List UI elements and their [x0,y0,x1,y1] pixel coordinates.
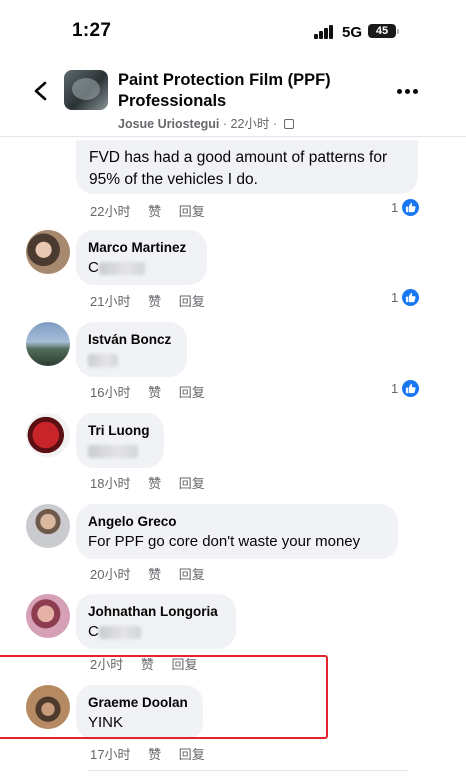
comment-bubble: István Boncz [76,322,187,377]
reaction-count[interactable]: 1 [391,199,420,216]
comment-text [88,440,152,462]
comment-time: 18小时 [90,476,131,491]
avatar[interactable] [26,504,70,548]
post-author[interactable]: Josue Uriostegui [118,117,219,131]
comment-bubble: Marco Martinez C [76,230,207,285]
comment-text-value: C [88,623,99,640]
avatar[interactable] [26,594,70,638]
like-button[interactable]: 赞 [148,744,161,763]
reply-button[interactable]: 回复 [179,564,205,583]
signal-icon [314,25,334,39]
comment-author[interactable]: Tri Luong [88,422,152,440]
comment-author[interactable]: Angelo Greco [88,513,386,531]
comment-actions: 18小时 赞 回复 [90,473,205,492]
comment-bubble: Tri Luong [76,413,164,468]
comment-text: C [88,257,195,279]
avatar[interactable] [26,413,70,457]
battery-cap [397,29,399,34]
like-thumb-icon [402,199,420,216]
comment-author[interactable]: Marco Martinez [88,239,195,257]
comment-time: 22小时 [90,204,131,219]
comment-author[interactable]: István Boncz [88,331,175,349]
reaction-count-value: 1 [391,290,399,305]
reply-button[interactable]: 回复 [179,744,205,763]
like-button[interactable]: 赞 [148,382,161,401]
back-chevron-icon[interactable] [30,80,52,102]
avatar[interactable] [26,322,70,366]
like-thumb-icon [402,289,420,306]
reply-button[interactable]: 回复 [179,201,205,220]
comment-text: C [88,621,224,643]
comment-author[interactable]: Johnathan Longoria [88,603,224,621]
like-button[interactable]: 赞 [148,473,161,492]
status-time: 1:27 [72,20,112,41]
like-button[interactable]: 赞 [148,291,161,310]
reaction-count[interactable]: 1 [391,289,420,306]
bottom-divider [88,770,408,771]
comment-time: 17小时 [90,747,131,762]
like-button[interactable]: 赞 [148,564,161,583]
highlight-box [0,655,328,739]
comment-actions: 16小时 赞 回复 [90,382,205,401]
comment-actions: 20小时 赞 回复 [90,564,205,583]
comment-time: 20小时 [90,567,131,582]
comment-actions: 22小时 赞 回复 [90,201,205,220]
reaction-count-value: 1 [391,381,399,396]
comment-bubble: Angelo Greco For PPF go core don't waste… [76,504,398,559]
comment-text: For PPF go core don't waste your money [88,533,361,550]
audience-icon [283,119,294,129]
group-title[interactable]: Paint Protection Film (PPF) Professional… [118,70,368,112]
like-button[interactable]: 赞 [148,201,161,220]
group-avatar[interactable] [64,70,108,110]
reply-button[interactable]: 回复 [179,291,205,310]
comment-bubble: FVD has had a good amount of patterns fo… [76,140,418,194]
post-meta: Josue Uriostegui · 22小时 · [118,113,294,132]
comment-bubble: Johnathan Longoria C [76,594,236,649]
reply-button[interactable]: 回复 [179,473,205,492]
comment-time: 21小时 [90,294,131,309]
comment-text-value: C [88,259,99,276]
battery-icon: 45 [368,24,396,38]
reaction-count[interactable]: 1 [391,380,420,397]
post-time: 22小时 [230,117,270,131]
more-icon[interactable] [397,88,419,96]
like-thumb-icon [402,380,420,397]
comment-actions: 17小时 赞 回复 [90,744,205,763]
avatar[interactable] [26,230,70,274]
comment-text [88,349,175,371]
header-divider [0,136,466,137]
comment-text: FVD has had a good amount of patterns fo… [89,149,388,188]
network-label: 5G [342,24,363,41]
reply-button[interactable]: 回复 [179,382,205,401]
comment-time: 16小时 [90,385,131,400]
comment-actions: 21小时 赞 回复 [90,291,205,310]
reaction-count-value: 1 [391,200,399,215]
